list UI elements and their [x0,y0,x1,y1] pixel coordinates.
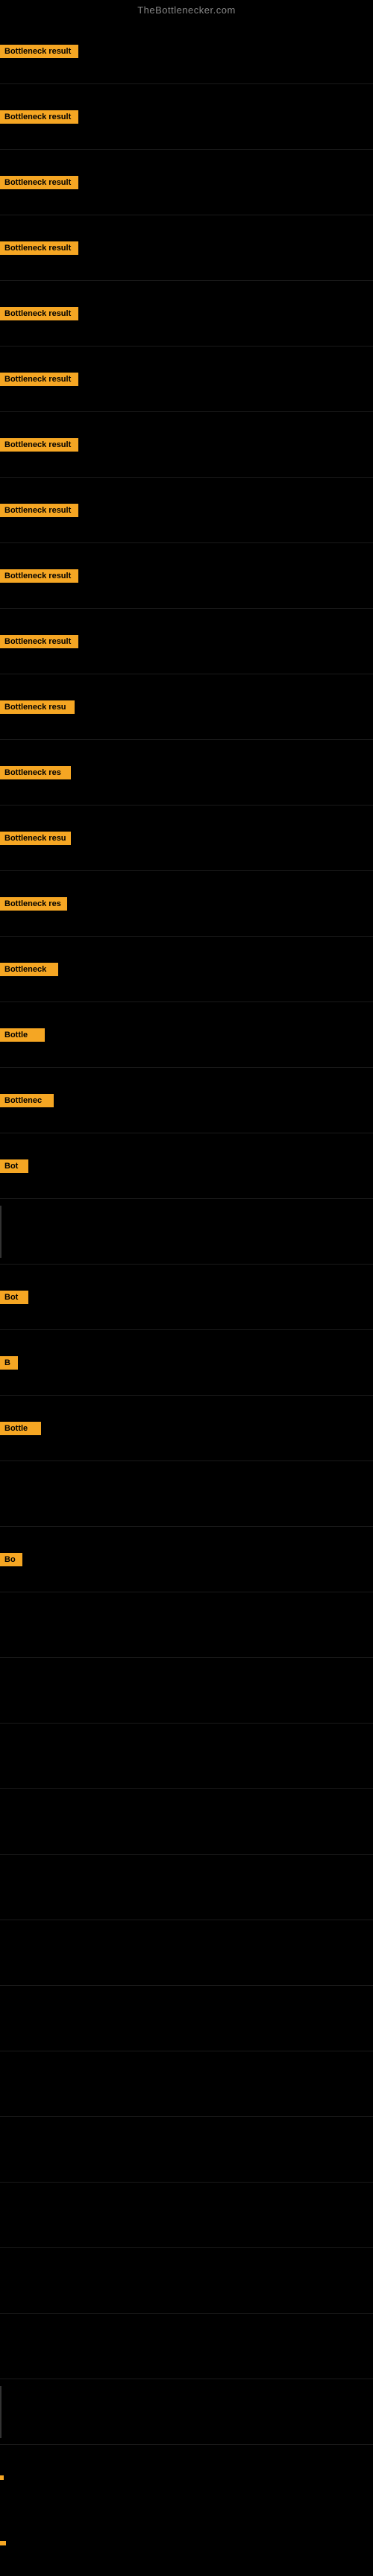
bottleneck-badge: Bo [0,1553,22,1566]
list-item: Bottleneck result [0,412,373,478]
bottleneck-badge: Bottleneck result [0,569,78,583]
list-item [0,2379,373,2445]
list-item [0,1920,373,1986]
list-item: Bottleneck res [0,740,373,806]
bottleneck-badge: Bottleneck result [0,438,78,452]
bottleneck-badge: Bottleneck resu [0,700,75,714]
bottleneck-badge: Bottle [0,1028,45,1042]
list-item: Bottleneck result [0,478,373,543]
list-item [0,2248,373,2314]
list-item [0,1199,373,1265]
bottleneck-badge: Bottle [0,1422,41,1435]
list-item: Bottleneck result [0,150,373,215]
list-item: Bottleneck res [0,871,373,937]
bottleneck-badge: Bottleneck result [0,307,78,320]
list-item [0,1592,373,1658]
list-item [0,2051,373,2117]
list-item [0,2445,373,2510]
list-item: Bottleneck [0,937,373,1002]
list-item: B [0,1330,373,1396]
bottleneck-badge: B [0,1356,18,1370]
bottleneck-badge: Bottleneck result [0,241,78,255]
list-item: Bot [0,1133,373,1199]
bottleneck-badge: Bot [0,1291,28,1304]
list-item: Bot [0,1265,373,1330]
bottleneck-badge [0,2541,6,2545]
list-item [0,2314,373,2379]
bottleneck-badge: Bottlenec [0,1094,54,1107]
list-item: Bottleneck resu [0,806,373,871]
list-item [0,1986,373,2051]
list-item [0,1789,373,1855]
list-item [0,2183,373,2248]
bottleneck-badge: Bottleneck res [0,766,71,779]
list-item: Bottleneck result [0,346,373,412]
bottleneck-badge: Bottleneck result [0,373,78,386]
bottleneck-badge: Bottleneck result [0,176,78,189]
bottleneck-badge: Bottleneck result [0,635,78,648]
list-item: Bottleneck result [0,215,373,281]
bottleneck-badge [0,2475,4,2480]
list-item: Bottleneck result [0,543,373,609]
list-item [0,1461,373,1527]
list-item [0,1658,373,1724]
list-item: Bottleneck result [0,609,373,674]
list-item: Bo [0,1527,373,1592]
list-item: Bottleneck result [0,281,373,346]
bottleneck-badge: Bottleneck resu [0,832,71,845]
bottleneck-badge: Bottleneck result [0,504,78,517]
bottleneck-badge: Bottleneck result [0,110,78,124]
list-item: Bottle [0,1396,373,1461]
list-item: Bottleneck resu [0,674,373,740]
site-title: TheBottlenecker.com [0,0,373,19]
bottleneck-badge: Bottleneck [0,963,58,976]
list-item: Bottleneck result [0,84,373,150]
list-item [0,2117,373,2183]
bottleneck-badge: Bottleneck result [0,45,78,58]
list-item [0,1724,373,1789]
list-item: Bottlenec [0,1068,373,1133]
list-item: Bottle [0,1002,373,1068]
list-item: Bottleneck result [0,19,373,84]
list-item [0,2510,373,2576]
list-item [0,1855,373,1920]
bottleneck-badge: Bot [0,1159,28,1173]
bottleneck-badge: Bottleneck res [0,897,67,911]
